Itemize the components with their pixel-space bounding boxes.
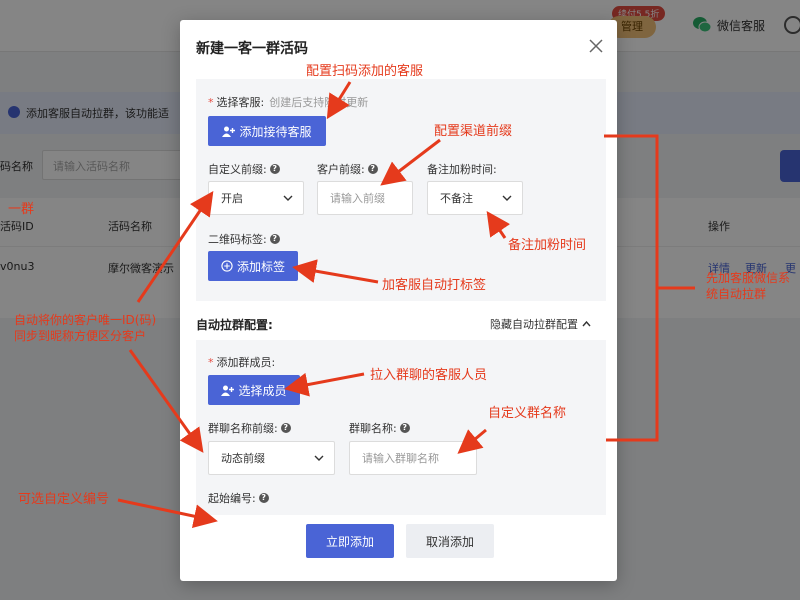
cancel-add-button[interactable]: 取消添加 <box>406 524 494 558</box>
annotation-add-members: 拉入群聊的客服人员 <box>370 368 488 383</box>
add-tag-button[interactable]: 添加标签 <box>208 251 298 281</box>
annotation-right-note: 先加客服微信系统自动拉群 <box>706 271 791 301</box>
create-group-code-modal: 新建一客一群活码 * 选择客服: 创建后支持随时更新 添加接待客服 自定义前缀:… <box>180 20 617 581</box>
members-text: 添加群成员: <box>216 356 276 369</box>
add-service-label: 添加接待客服 <box>239 124 312 139</box>
select-members-label: 选择成员 <box>238 383 287 398</box>
remark-time-value: 不备注 <box>440 192 473 205</box>
required-mark: * <box>208 355 214 369</box>
hide-auto-group-text: 隐藏自动拉群配置 <box>490 318 578 331</box>
help-icon[interactable]: ? <box>280 423 291 433</box>
custom-prefix-select[interactable]: 开启 <box>208 181 304 215</box>
start-number-text: 起始编号: <box>208 492 256 505</box>
select-service-label: * 选择客服: 创建后支持随时更新 <box>208 94 368 110</box>
hide-auto-group-toggle[interactable]: 隐藏自动拉群配置 <box>490 316 591 332</box>
help-icon[interactable]: ? <box>269 164 280 174</box>
select-members-button[interactable]: 选择成员 <box>208 375 300 405</box>
service-config-panel: * 选择客服: 创建后支持随时更新 添加接待客服 自定义前缀: ? 开启 客户前… <box>196 79 606 301</box>
help-icon[interactable]: ? <box>269 234 280 244</box>
members-label: * 添加群成员: <box>208 354 275 370</box>
add-service-button[interactable]: 添加接待客服 <box>208 116 326 146</box>
add-user-icon <box>222 126 236 137</box>
group-prefix-text: 群聊名称前缀: <box>208 422 278 435</box>
group-name-label: 群聊名称: ? <box>349 420 410 436</box>
annotation-auto-tag: 加客服自动打标签 <box>382 278 487 293</box>
annotation-auto-sync: 自动将你的客户唯一ID(码)同步到昵称方便区分客户 <box>14 313 157 343</box>
annotation-remark-time: 备注加粉时间 <box>508 238 587 253</box>
confirm-add-button[interactable]: 立即添加 <box>306 524 394 558</box>
custom-prefix-text: 自定义前缀: <box>208 163 267 176</box>
remark-time-text: 备注加粉时间: <box>427 163 497 176</box>
add-tag-label: 添加标签 <box>236 259 285 274</box>
custom-prefix-value: 开启 <box>221 192 243 205</box>
remark-time-select[interactable]: 不备注 <box>427 181 523 215</box>
auto-group-title: 自动拉群配置: <box>196 318 273 332</box>
select-service-text: 选择客服: <box>216 96 265 109</box>
annotation-left-fragment: 一群 <box>8 202 35 217</box>
help-icon[interactable]: ? <box>367 164 378 174</box>
select-service-hint: 创建后支持随时更新 <box>269 96 369 109</box>
group-name-text: 群聊名称: <box>349 422 397 435</box>
annotation-group-name: 自定义群名称 <box>488 406 567 421</box>
qr-tag-text: 二维码标签: <box>208 233 267 246</box>
chevron-down-icon <box>314 455 324 461</box>
qr-tag-label: 二维码标签: ? <box>208 231 280 247</box>
custom-prefix-label: 自定义前缀: ? <box>208 161 280 177</box>
help-icon[interactable]: ? <box>399 423 410 433</box>
group-name-input[interactable]: 请输入群聊名称 <box>349 441 477 475</box>
plus-circle-icon <box>221 260 233 272</box>
customer-prefix-label: 客户前缀: ? <box>317 161 378 177</box>
remark-time-label: 备注加粉时间: <box>427 161 497 177</box>
customer-prefix-text: 客户前缀: <box>317 163 365 176</box>
annotation-channel: 配置渠道前缀 <box>434 124 513 139</box>
required-mark: * <box>208 95 214 109</box>
group-prefix-value: 动态前缀 <box>221 452 265 465</box>
annotation-service: 配置扫码添加的客服 <box>306 64 424 79</box>
close-icon[interactable] <box>588 38 604 54</box>
chevron-down-icon <box>283 195 293 201</box>
customer-prefix-input[interactable]: 请输入前缀 <box>317 181 413 215</box>
modal-title: 新建一客一群活码 <box>196 41 308 57</box>
add-user-icon <box>221 385 235 396</box>
chevron-down-icon <box>502 195 512 201</box>
help-icon[interactable]: ? <box>258 493 269 503</box>
group-prefix-label: 群聊名称前缀: ? <box>208 420 291 436</box>
chevron-up-icon <box>582 321 591 327</box>
start-number-label: 起始编号: ? <box>208 490 269 506</box>
annotation-optional-number: 可选自定义编号 <box>18 492 110 507</box>
group-prefix-select[interactable]: 动态前缀 <box>208 441 335 475</box>
